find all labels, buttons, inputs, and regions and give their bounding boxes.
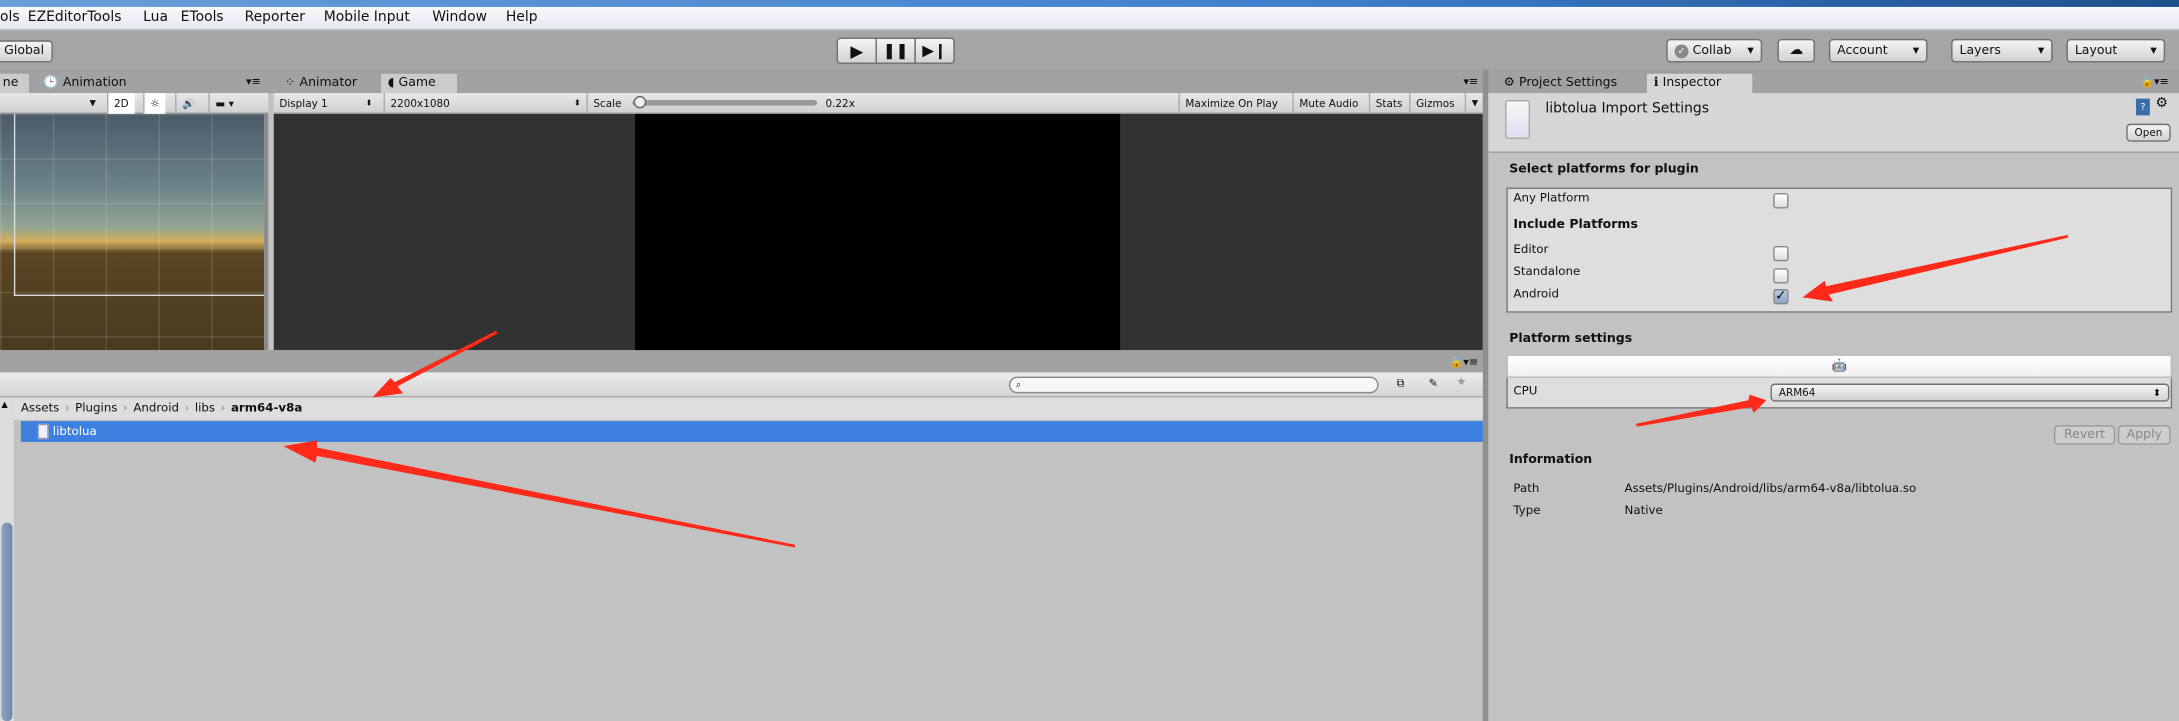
annotation-arrow-android	[1802, 234, 2068, 302]
annotation-layer	[283, 234, 2068, 548]
annotation-arrow-breadcrumb	[372, 330, 498, 398]
annotation-arrow-file	[283, 440, 795, 548]
annotation-arrow-cpu	[1635, 394, 1767, 427]
